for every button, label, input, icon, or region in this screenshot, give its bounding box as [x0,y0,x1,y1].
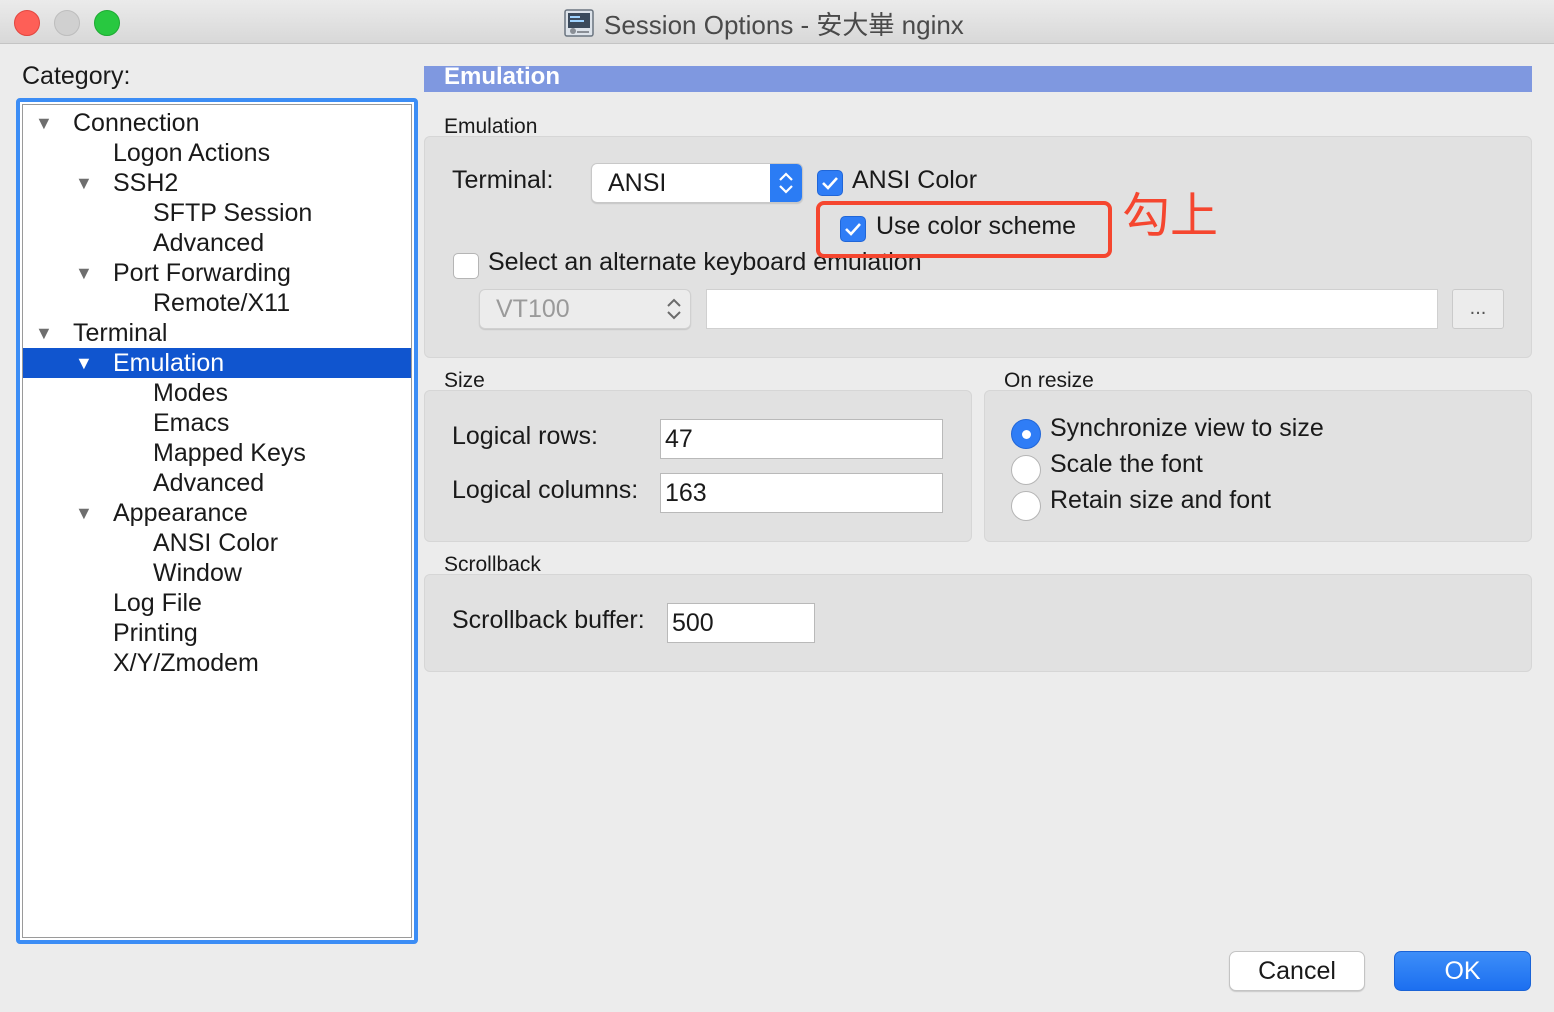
annotation-highlight-box [816,201,1112,258]
tree-item-modes[interactable]: Modes [23,378,411,408]
tree-item-label: Mapped Keys [153,439,306,467]
tree-item-port-forwarding[interactable]: ▼ Port Forwarding [23,258,411,288]
tree-item-label: Advanced [153,229,265,257]
tree-item-label: Connection [73,109,200,137]
session-options-icon [564,9,594,37]
scale-font-label[interactable]: Scale the font [1050,450,1203,479]
tree-item-label: Remote/X11 [153,289,291,317]
terminal-select-value: ANSI [608,169,667,197]
logical-rows-label: Logical rows: [452,422,598,450]
keyboard-emulation-value: VT100 [496,295,570,323]
tree-item-mapped-keys[interactable]: Mapped Keys [23,438,411,468]
tree-item-label: Emacs [153,409,230,437]
tree-item-label: Terminal [73,319,168,347]
scrollback-buffer-input[interactable]: 500 [667,603,815,643]
tree-item-label: Modes [153,379,229,407]
category-label: Category: [22,62,131,90]
category-tree[interactable]: ▼ Connection Logon Actions ▼ SSH2 SFTP S… [16,98,418,944]
panel-header-title: Emulation [444,63,561,90]
keyboard-map-path-field [706,289,1438,329]
session-options-window: Session Options - 安大崋 nginx Category: ▼ … [0,0,1554,1012]
scale-font-radio[interactable] [1011,455,1041,485]
tree-item-label: Window [153,559,242,587]
category-tree-list: ▼ Connection Logon Actions ▼ SSH2 SFTP S… [22,104,412,938]
disclosure-triangle-icon[interactable]: ▼ [75,168,93,198]
tree-item-label: SSH2 [113,169,179,197]
tree-item-printing[interactable]: Printing [23,618,411,648]
panel-header: Emulation [424,63,1532,92]
select-stepper-icon [658,290,690,328]
tree-item-terminal[interactable]: ▼ Terminal [23,318,411,348]
alternate-keyboard-checkbox[interactable] [453,253,479,279]
tree-item-ssh2-advanced[interactable]: Advanced [23,228,411,258]
disclosure-triangle-icon[interactable]: ▼ [35,108,53,138]
tree-item-label: Printing [113,619,198,647]
title-bar[interactable]: Session Options - 安大崋 nginx [0,0,1554,44]
terminal-label: Terminal: [452,166,554,194]
annotation-text: 勾上 [1122,188,1219,244]
logical-rows-input[interactable]: 47 [660,419,943,459]
terminal-select[interactable]: ANSI [591,163,803,203]
retain-size-label[interactable]: Retain size and font [1050,486,1271,515]
tree-item-label: Advanced [153,469,265,497]
tree-item-label: X/Y/Zmodem [113,649,259,677]
tree-item-label: Appearance [113,499,248,527]
tree-item-connection[interactable]: ▼ Connection [23,108,411,138]
synchronize-view-label[interactable]: Synchronize view to size [1050,414,1324,443]
tree-item-appearance[interactable]: ▼ Appearance [23,498,411,528]
close-window-button[interactable] [14,10,40,36]
cancel-button[interactable]: Cancel [1229,951,1365,991]
disclosure-triangle-icon[interactable]: ▼ [35,318,53,348]
tree-item-label: Port Forwarding [113,259,291,287]
ansi-color-label[interactable]: ANSI Color [852,166,977,195]
tree-item-emulation-advanced[interactable]: Advanced [23,468,411,498]
tree-item-label: SFTP Session [153,199,313,227]
disclosure-triangle-icon[interactable]: ▼ [75,258,93,288]
tree-item-label: ANSI Color [153,529,279,557]
tree-item-remote-x11[interactable]: Remote/X11 [23,288,411,318]
tree-item-log-file[interactable]: Log File [23,588,411,618]
tree-item-label: Log File [113,589,202,617]
tree-item-label: Logon Actions [113,139,271,167]
select-stepper-icon [770,164,802,202]
tree-item-window[interactable]: Window [23,558,411,588]
tree-item-label: Emulation [113,349,225,377]
ansi-color-checkbox[interactable] [817,170,843,196]
tree-item-logon-actions[interactable]: Logon Actions [23,138,411,168]
size-group [424,390,972,542]
zoom-window-button[interactable] [94,10,120,36]
tree-item-sftp-session[interactable]: SFTP Session [23,198,411,228]
tree-item-emulation[interactable]: ▼ Emulation [23,348,411,378]
synchronize-view-radio[interactable] [1011,419,1041,449]
ok-button[interactable]: OK [1394,951,1531,991]
disclosure-triangle-icon[interactable]: ▼ [75,348,93,378]
tree-item-xyzmodem[interactable]: X/Y/Zmodem [23,648,411,678]
tree-item-ansi-color[interactable]: ANSI Color [23,528,411,558]
disclosure-triangle-icon[interactable]: ▼ [75,498,93,528]
radio-dot-icon [1022,430,1031,439]
window-title: Session Options - 安大崋 nginx [564,6,964,40]
keyboard-emulation-select: VT100 [479,289,691,329]
logical-columns-label: Logical columns: [452,476,639,504]
window-title-text: Session Options - 安大崋 nginx [604,9,964,40]
minimize-window-button[interactable] [54,10,80,36]
retain-size-radio[interactable] [1011,491,1041,521]
scrollback-buffer-label: Scrollback buffer: [452,606,645,634]
checkmark-icon [822,177,838,190]
logical-columns-input[interactable]: 163 [660,473,943,513]
tree-item-ssh2[interactable]: ▼ SSH2 [23,168,411,198]
browse-keyboard-map-button: ... [1452,289,1504,329]
tree-item-emacs[interactable]: Emacs [23,408,411,438]
